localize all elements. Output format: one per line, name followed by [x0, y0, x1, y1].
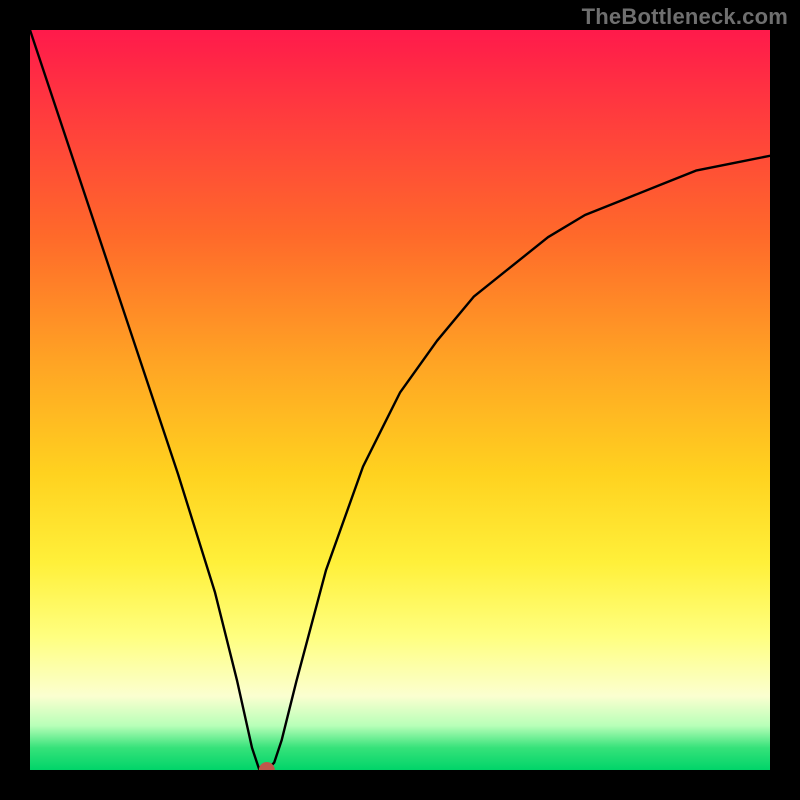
bottleneck-curve	[30, 30, 770, 770]
curve-svg	[30, 30, 770, 770]
plot-area	[30, 30, 770, 770]
chart-frame: TheBottleneck.com	[0, 0, 800, 800]
watermark-text: TheBottleneck.com	[582, 4, 788, 30]
